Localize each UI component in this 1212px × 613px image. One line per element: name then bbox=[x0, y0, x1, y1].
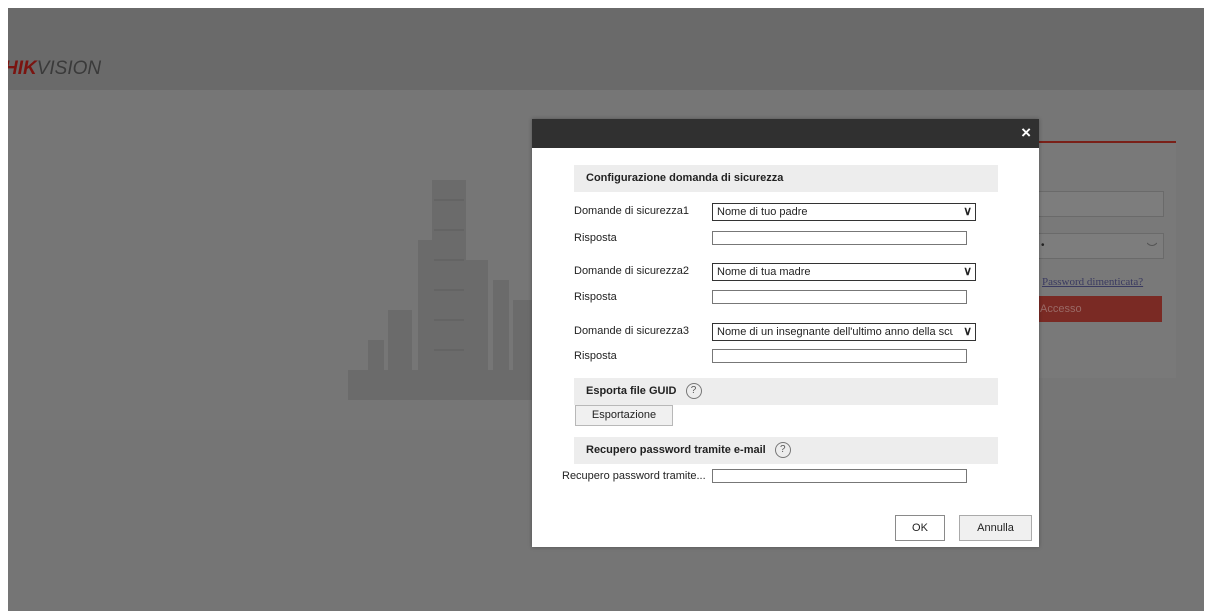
email-section-header: Recupero password tramite e-mail ? bbox=[574, 437, 998, 464]
username-input[interactable] bbox=[1038, 191, 1164, 217]
forgot-password-link[interactable]: Password dimenticata? bbox=[1042, 276, 1143, 288]
guid-section-title: Esporta file GUID bbox=[586, 385, 677, 397]
email-section-title: Recupero password tramite e-mail bbox=[586, 444, 766, 456]
security-question-dialog: × Configurazione domanda di sicurezza Do… bbox=[532, 119, 1039, 547]
password-mask: • bbox=[1041, 240, 1045, 251]
question-1-value: Nome di tuo padre bbox=[717, 206, 808, 218]
chevron-down-icon: ∨ bbox=[961, 264, 972, 279]
top-bar: HIKVISION bbox=[8, 8, 1204, 90]
hikvision-logo: HIKVISION bbox=[8, 58, 101, 80]
dialog-header: × bbox=[532, 119, 1039, 148]
password-input[interactable]: • bbox=[1038, 233, 1164, 259]
question-2-label: Domande di sicurezza2 bbox=[574, 265, 689, 277]
logo-hik: HIK bbox=[8, 58, 37, 79]
answer-1-input[interactable] bbox=[712, 231, 967, 245]
cancel-button[interactable]: Annulla bbox=[959, 515, 1032, 541]
login-panel: • Password dimenticata? Accesso bbox=[1038, 141, 1176, 378]
question-3-select[interactable]: Nome di un insegnante dell'ultimo anno d… bbox=[712, 323, 976, 341]
help-icon[interactable]: ? bbox=[774, 442, 791, 459]
question-3-label: Domande di sicurezza3 bbox=[574, 325, 689, 337]
question-2-value: Nome di tua madre bbox=[717, 266, 811, 278]
chevron-down-icon: ∨ bbox=[961, 324, 972, 339]
login-button[interactable]: Accesso bbox=[1038, 296, 1162, 322]
chevron-down-icon: ∨ bbox=[961, 204, 972, 219]
email-input[interactable] bbox=[712, 469, 967, 483]
question-3-value: Nome di un insegnante dell'ultimo anno d… bbox=[717, 326, 953, 338]
answer-1-label: Risposta bbox=[574, 232, 617, 244]
logo-vision: VISION bbox=[36, 58, 102, 79]
guid-section-header: Esporta file GUID ? bbox=[574, 378, 998, 405]
security-section-title: Configurazione domanda di sicurezza bbox=[586, 172, 784, 184]
ok-button[interactable]: OK bbox=[895, 515, 945, 541]
answer-3-label: Risposta bbox=[574, 350, 617, 362]
close-icon[interactable]: × bbox=[1021, 123, 1031, 143]
email-label: Recupero password tramite... bbox=[562, 470, 706, 482]
question-1-select[interactable]: Nome di tuo padre ∨ bbox=[712, 203, 976, 221]
help-icon[interactable]: ? bbox=[685, 383, 702, 400]
answer-3-input[interactable] bbox=[712, 349, 967, 363]
export-button[interactable]: Esportazione bbox=[575, 405, 673, 426]
eye-icon[interactable] bbox=[1146, 240, 1158, 250]
question-1-label: Domande di sicurezza1 bbox=[574, 205, 689, 217]
security-section-header: Configurazione domanda di sicurezza bbox=[574, 165, 998, 192]
question-2-select[interactable]: Nome di tua madre ∨ bbox=[712, 263, 976, 281]
answer-2-input[interactable] bbox=[712, 290, 967, 304]
answer-2-label: Risposta bbox=[574, 291, 617, 303]
